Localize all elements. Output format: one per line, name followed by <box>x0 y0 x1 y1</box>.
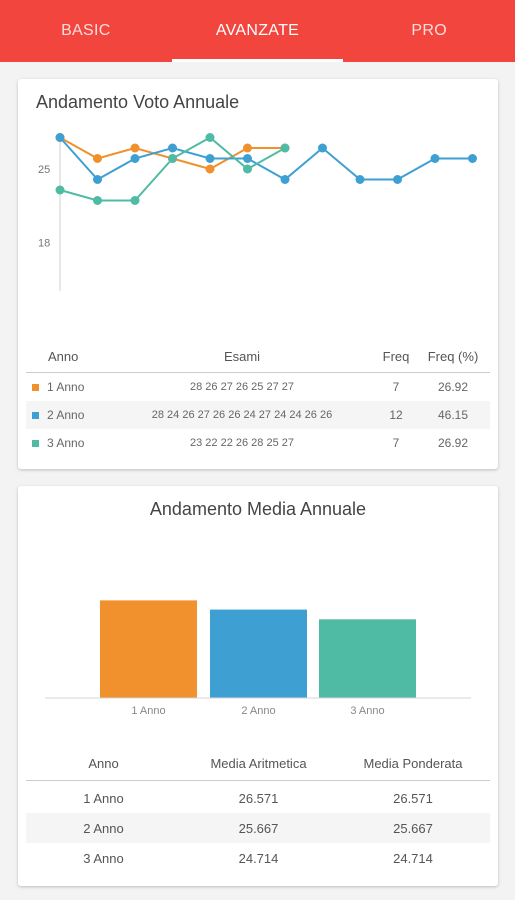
data-point <box>130 143 140 153</box>
data-point <box>243 154 252 163</box>
bar <box>210 609 307 698</box>
series-line <box>59 136 285 171</box>
anno-cell: 1 Anno <box>32 373 84 401</box>
data-point <box>93 175 102 184</box>
table-row: 3 Anno 23 22 22 26 28 25 27 7 26.92 <box>26 429 490 457</box>
table-row: 3 Anno 24.714 24.714 <box>26 843 490 873</box>
bar <box>319 619 416 698</box>
legend-square <box>32 411 39 419</box>
media-aritmetica-cell: 26.571 <box>238 790 279 806</box>
data-point <box>318 143 327 153</box>
header-freq: Freq <box>382 349 410 364</box>
header-media-aritmetica: Media Aritmetica <box>210 755 307 771</box>
data-point <box>243 143 252 153</box>
data-point <box>205 133 215 142</box>
media-aritmetica-cell: 24.714 <box>238 850 279 866</box>
freq-perc-cell: 26.92 <box>437 436 469 450</box>
media-ponderata-cell: 25.667 <box>393 820 433 836</box>
anno-label: 1 Anno <box>47 380 85 394</box>
esami-cell: 23 22 22 26 28 25 27 <box>190 437 294 449</box>
anno-cell: 3 Anno <box>83 850 124 866</box>
anno-cell: 2 Anno <box>83 820 124 836</box>
table-row: 1 Anno 28 26 27 26 25 27 27 7 26.92 <box>26 373 490 401</box>
header-anno: Anno <box>48 349 79 364</box>
media-aritmetica-cell: 25.667 <box>238 820 279 836</box>
data-point <box>205 154 215 163</box>
anno-label: 3 Anno <box>47 436 85 450</box>
anno-cell: 3 Anno <box>32 429 84 457</box>
tab-pro[interactable]: PRO <box>343 0 515 62</box>
data-point <box>93 154 102 163</box>
media-annuale-title: Andamento Media Annuale <box>149 499 367 519</box>
data-point <box>168 154 177 163</box>
data-point <box>205 164 215 174</box>
y-tick-label: 18 <box>38 238 50 250</box>
anno-label: 2 Anno <box>47 408 85 422</box>
media-ponderata-cell: 24.714 <box>393 850 433 866</box>
esami-cell: 28 26 27 26 25 27 27 <box>190 381 294 393</box>
line-chart: 302518 <box>38 133 477 291</box>
tab-bar: BASIC AVANZATE PRO <box>0 0 515 62</box>
data-point <box>93 196 102 205</box>
x-tick-label: 1 Anno <box>131 705 165 717</box>
media-table-header: Anno Media Aritmetica Media Ponderata <box>26 746 490 781</box>
tab-avanzate-label: AVANZATE <box>215 22 300 39</box>
freq-perc-cell: 46.15 <box>437 408 469 422</box>
esami-table-header: Anno Esami Freq Freq (%) <box>26 341 490 373</box>
data-point <box>280 143 290 153</box>
freq-cell: 7 <box>392 380 400 394</box>
data-point <box>430 154 440 163</box>
data-point <box>468 154 477 163</box>
freq-cell: 12 <box>389 408 403 422</box>
data-point <box>130 154 140 163</box>
x-tick-label: 3 Anno <box>350 705 384 717</box>
media-annuale-card: Andamento Media Annuale 1 Anno 2 Anno 3 An… <box>18 486 498 886</box>
freq-cell: 7 <box>392 436 400 450</box>
legend-square <box>32 383 39 391</box>
esami-table: Anno Esami Freq Freq (%) 1 Anno 28 26 27… <box>26 341 490 457</box>
anno-cell: 1 Anno <box>83 790 124 806</box>
data-point <box>355 175 365 184</box>
table-row: 2 Anno 25.667 25.667 <box>26 813 490 843</box>
data-point <box>280 175 290 184</box>
bar-chart: 1 Anno 2 Anno 3 Anno <box>45 600 471 717</box>
data-point <box>243 164 252 174</box>
data-point <box>393 175 402 184</box>
anno-cell: 2 Anno <box>32 401 84 429</box>
media-table: Anno Media Aritmetica Media Ponderata 1 … <box>26 746 490 873</box>
data-point <box>55 185 65 195</box>
legend-square <box>32 439 39 447</box>
tab-pro-label: PRO <box>411 22 447 39</box>
bar <box>100 600 197 698</box>
header-freq-perc: Freq (%) <box>427 349 479 364</box>
header-media-ponderata: Media Ponderata <box>363 755 463 771</box>
tab-avanzate[interactable]: AVANZATE <box>171 0 344 62</box>
data-point <box>55 133 65 142</box>
data-point <box>168 143 177 153</box>
x-tick-label: 2 Anno <box>241 705 275 717</box>
table-row: 2 Anno 28 24 26 27 26 26 24 27 24 24 26 … <box>26 401 490 429</box>
esami-cell: 28 24 26 27 26 26 24 27 24 24 26 26 <box>151 409 333 421</box>
media-ponderata-cell: 26.571 <box>393 790 433 806</box>
voto-annuale-card: Andamento Voto Annuale 302518 Anno Esami… <box>18 79 498 469</box>
tab-basic-label: BASIC <box>61 22 111 39</box>
tab-basic[interactable]: BASIC <box>0 0 172 62</box>
y-tick-label: 25 <box>38 164 50 176</box>
data-point <box>130 196 140 205</box>
header-anno: Anno <box>88 755 119 771</box>
header-esami: Esami <box>223 349 261 364</box>
freq-perc-cell: 26.92 <box>437 380 469 394</box>
table-row: 1 Anno 26.571 26.571 <box>26 783 490 813</box>
voto-annuale-title: Andamento Voto Annuale <box>36 92 240 112</box>
